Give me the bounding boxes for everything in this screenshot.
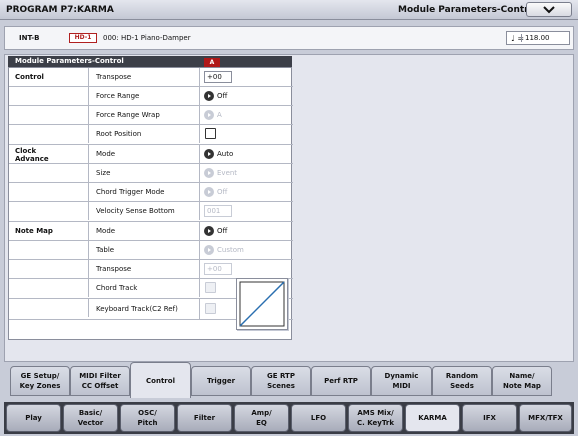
param-label: Transpose bbox=[88, 260, 131, 278]
page-title: Module Parameters-Control bbox=[398, 5, 538, 15]
tab-osc-pitch[interactable]: OSC/ Pitch bbox=[120, 404, 175, 432]
tab-trigger[interactable]: Trigger bbox=[191, 366, 251, 396]
popup-arrow-icon bbox=[204, 245, 214, 255]
param-label: Transpose bbox=[88, 68, 131, 86]
param-label: Size bbox=[88, 164, 110, 182]
tab-midi-filter-cc-offset[interactable]: MIDI Filter CC Offset bbox=[70, 366, 130, 396]
param-label: Root Position bbox=[88, 125, 141, 143]
popup-arrow-icon bbox=[204, 187, 214, 197]
chevron-down-icon bbox=[543, 6, 555, 14]
tab-name-note-map[interactable]: Name/ Note Map bbox=[492, 366, 552, 396]
param-row-control-transpose: Control Transpose +00 bbox=[9, 68, 293, 87]
chord-track-checkbox[interactable] bbox=[205, 282, 216, 293]
program-name[interactable]: 000: HD-1 Piano-Damper bbox=[103, 34, 191, 42]
tab-dynamic-midi[interactable]: Dynamic MIDI bbox=[371, 366, 432, 396]
tab-lfo[interactable]: LFO bbox=[291, 404, 346, 432]
section-control: Control bbox=[15, 73, 44, 81]
param-label: Mode bbox=[88, 222, 115, 240]
param-row-size: Size Event bbox=[9, 164, 293, 183]
section-clock-advance: Clock Advance bbox=[15, 147, 49, 163]
page-tab-bar: Play Basic/ Vector OSC/ Pitch Filter Amp… bbox=[4, 402, 574, 434]
module-marker[interactable]: A bbox=[204, 58, 220, 67]
param-row-chord-trigger-mode: Chord Trigger Mode Off bbox=[9, 183, 293, 202]
keyboard-track-checkbox[interactable] bbox=[205, 303, 216, 314]
param-label: Force Range Wrap bbox=[88, 106, 160, 124]
param-row-notemap-mode: Note Map Mode Off bbox=[9, 222, 293, 241]
title-bar: PROGRAM P7:KARMA Module Parameters-Contr… bbox=[0, 0, 578, 20]
tab-mfx-tfx[interactable]: MFX/TFX bbox=[519, 404, 572, 432]
tab-basic-vector[interactable]: Basic/ Vector bbox=[63, 404, 118, 432]
param-row-clock-mode: Clock Advance Mode Auto bbox=[9, 145, 293, 164]
notemap-transpose-field[interactable]: +00 bbox=[204, 263, 232, 275]
tab-random-seeds[interactable]: Random Seeds bbox=[432, 366, 492, 396]
curve-graph-icon bbox=[239, 281, 285, 327]
popup-arrow-icon bbox=[204, 110, 214, 120]
section-note-map: Note Map bbox=[15, 227, 53, 235]
tab-ge-setup-key-zones[interactable]: GE Setup/ Key Zones bbox=[10, 366, 70, 396]
module-panel-title: Module Parameters-Control bbox=[15, 57, 124, 65]
tempo-value[interactable]: 118.00 bbox=[521, 34, 566, 42]
param-label: Mode bbox=[88, 145, 115, 163]
param-row-root-position: Root Position bbox=[9, 125, 293, 145]
tab-karma[interactable]: KARMA bbox=[405, 404, 460, 432]
bank-label[interactable]: INT-B bbox=[19, 34, 39, 42]
program-header: INT-B HD-1 000: HD-1 Piano-Damper ♩ = 11… bbox=[4, 26, 574, 50]
param-row-table: Table Custom bbox=[9, 241, 293, 260]
root-position-checkbox[interactable] bbox=[205, 128, 216, 139]
param-label: Force Range bbox=[88, 87, 139, 105]
program-type-badge: HD-1 bbox=[69, 33, 97, 43]
tab-control[interactable]: Control bbox=[130, 362, 191, 398]
program-title: PROGRAM P7:KARMA bbox=[6, 5, 114, 15]
note-map-curve-graph bbox=[236, 278, 288, 330]
tab-ifx[interactable]: IFX bbox=[462, 404, 517, 432]
popup-arrow-icon bbox=[204, 226, 214, 236]
popup-arrow-icon bbox=[204, 168, 214, 178]
param-label: Velocity Sense Bottom bbox=[88, 202, 175, 220]
popup-arrow-icon bbox=[204, 91, 214, 101]
param-row-notemap-transpose: Transpose +00 bbox=[9, 260, 293, 279]
tab-amp-eq[interactable]: Amp/ EQ bbox=[234, 404, 289, 432]
velocity-sense-bottom-field[interactable]: 001 bbox=[204, 205, 232, 217]
tab-play[interactable]: Play bbox=[6, 404, 61, 432]
param-label: Keyboard Track(C2 Ref) bbox=[88, 299, 178, 317]
tab-perf-rtp[interactable]: Perf RTP bbox=[311, 366, 371, 396]
tab-filter[interactable]: Filter bbox=[177, 404, 232, 432]
transpose-field[interactable]: +00 bbox=[204, 71, 232, 83]
module-panel-header: Module Parameters-Control A bbox=[8, 56, 292, 67]
param-row-force-range: Force Range Off bbox=[9, 87, 293, 106]
tab-ge-rtp-scenes[interactable]: GE RTP Scenes bbox=[251, 366, 311, 396]
param-label: Chord Trigger Mode bbox=[88, 183, 164, 201]
page-menu-button[interactable] bbox=[526, 2, 572, 17]
param-row-force-range-wrap: Force Range Wrap A bbox=[9, 106, 293, 125]
popup-arrow-icon bbox=[204, 149, 214, 159]
sub-tab-bar: GE Setup/ Key Zones MIDI Filter CC Offse… bbox=[8, 362, 574, 398]
param-row-velocity-sense-bottom: Velocity Sense Bottom 001 bbox=[9, 202, 293, 222]
tab-ams-mix-c-keytrk[interactable]: AMS Mix/ C. KeyTrk bbox=[348, 404, 403, 432]
param-label: Chord Track bbox=[88, 279, 137, 297]
param-label: Table bbox=[88, 241, 114, 259]
tempo-field[interactable]: ♩ = 118.00 bbox=[506, 31, 570, 45]
